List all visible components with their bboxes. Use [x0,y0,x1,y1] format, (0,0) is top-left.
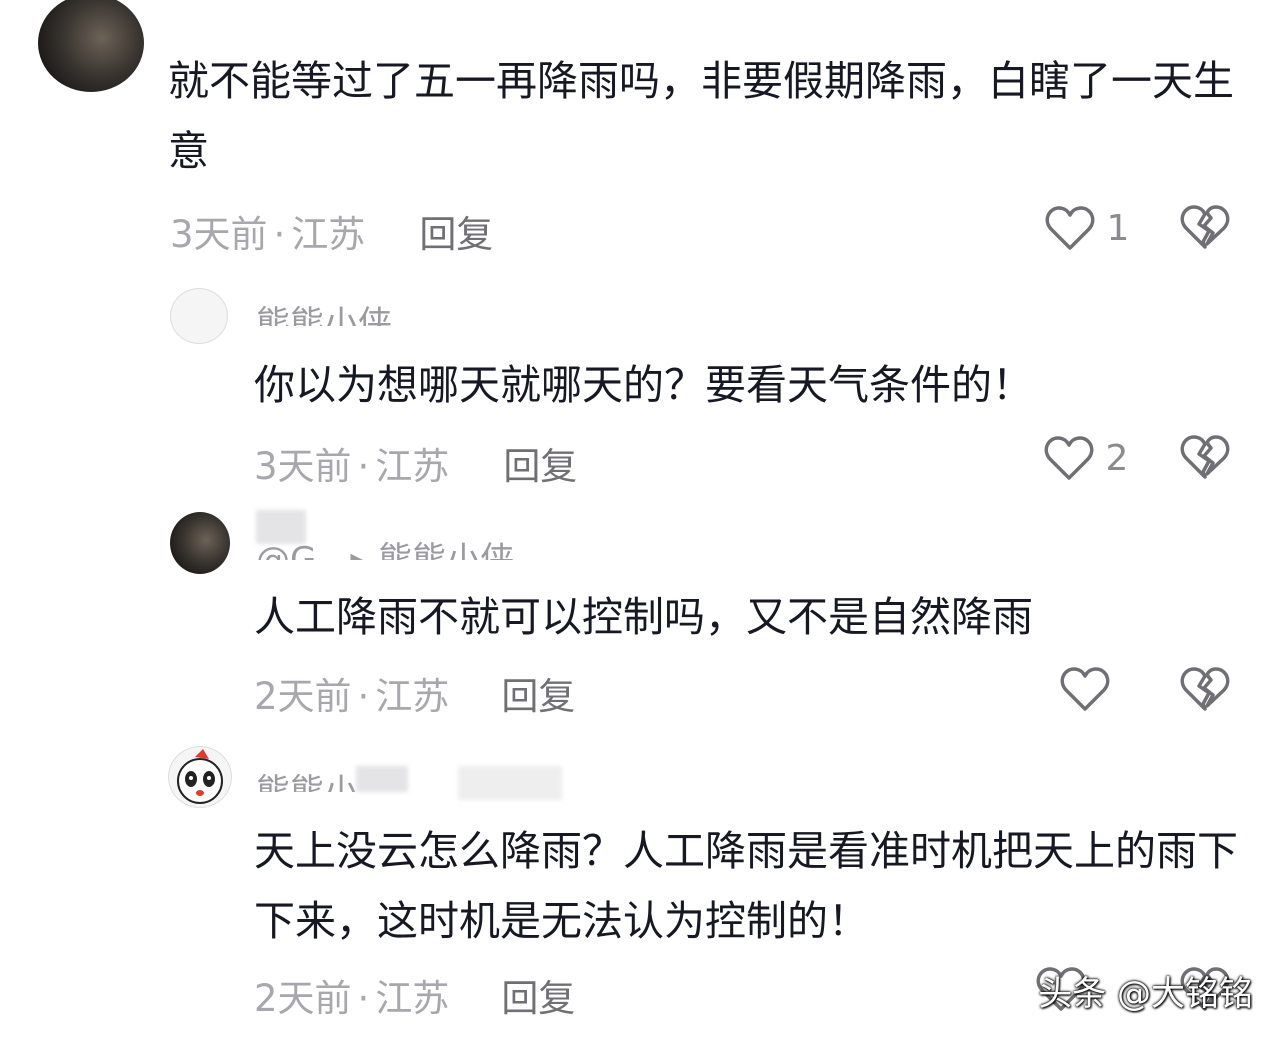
broken-heart-icon [1180,205,1230,249]
username-redaction [356,766,408,792]
comment-location: 江苏 [375,675,450,718]
dislike-button[interactable] [1178,662,1232,716]
comment-text: 你以为想哪天就哪天的？要看天气条件的！ [254,361,1033,409]
comment-location: 江苏 [375,977,450,1020]
heart-outline-icon [1060,667,1110,711]
watermark: 头条 @大铭铭 [1038,974,1253,1014]
comment-username[interactable]: 熊熊小侠 [256,296,392,326]
avatar[interactable] [170,512,230,574]
username-redaction [458,766,562,800]
comment-text: 就不能等过了五一再降雨吗，非要假期降雨，白瞎了一天生意 [168,57,1234,175]
comment-text: 天上没云怎么降雨？人工降雨是看准时机把天上的雨下下来，这时机是无法认为控制的！ [254,827,1238,945]
avatar[interactable] [170,288,228,344]
heart-outline-icon [1045,206,1094,250]
comment-text: 人工降雨不就可以控制吗，又不是自然降雨 [254,593,1033,641]
heart-outline-icon [1044,436,1093,480]
dislike-button[interactable] [1178,200,1232,254]
broken-heart-icon [1180,435,1230,479]
comment-username[interactable]: 熊熊小 [256,764,358,792]
comment-time: 3天前 [254,445,352,488]
like-button[interactable] [1058,662,1112,716]
reply-button[interactable]: 回复 [501,666,575,720]
comment-location: 江苏 [375,445,450,488]
avatar[interactable] [168,746,232,808]
meta-separator: · [273,213,286,256]
comment-meta: 3天前 · 江苏 回复 [170,204,493,258]
comment-time: 3天前 [170,213,268,256]
panda-avatar-icon [177,749,223,804]
comment-location: 江苏 [291,213,366,256]
meta-separator: · [357,977,370,1020]
broken-heart-icon [1180,667,1230,711]
like-count: 2 [1105,437,1129,479]
meta-separator: · [357,675,370,718]
like-button[interactable]: 1 [1032,200,1142,256]
comment-username[interactable]: @G。▸ 熊熊小侠 [256,532,514,560]
comment-meta: 2天前 · 江苏 回复 [254,968,575,1022]
reply-button[interactable]: 回复 [503,436,577,490]
avatar[interactable] [38,0,144,92]
comment-meta: 2天前 · 江苏 回复 [254,666,575,720]
reply-button[interactable]: 回复 [501,968,575,1022]
reply-button[interactable]: 回复 [419,204,493,258]
comment-time: 2天前 [254,675,352,718]
like-count: 1 [1106,207,1130,249]
like-button[interactable]: 2 [1030,430,1142,486]
comment-time: 2天前 [254,977,352,1020]
comment-meta: 3天前 · 江苏 回复 [254,436,577,490]
meta-separator: · [357,445,370,488]
dislike-button[interactable] [1178,430,1232,484]
